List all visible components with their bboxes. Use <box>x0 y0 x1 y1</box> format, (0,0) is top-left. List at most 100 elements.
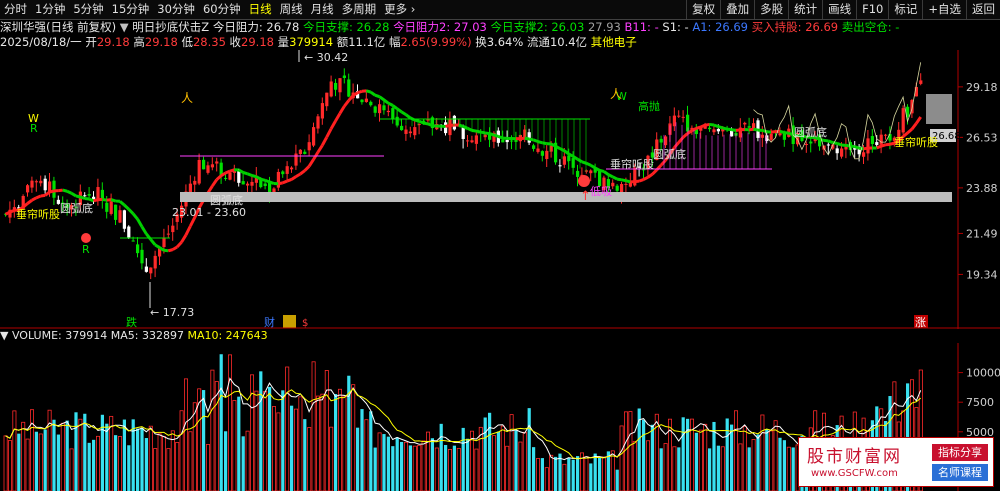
trend-segment <box>88 197 95 203</box>
indicator-value-8: 26.69 <box>805 20 842 34</box>
volume-bar <box>615 469 619 491</box>
toolbar-button-6[interactable]: 标记 <box>888 0 922 19</box>
candle-body <box>206 165 210 173</box>
trend-segment <box>334 112 342 122</box>
low-price-mark: ← 17.73 <box>150 306 194 319</box>
volume-bar <box>245 430 250 491</box>
volume-bar <box>430 438 434 491</box>
volume-bar <box>677 447 681 491</box>
trend-segment <box>62 188 68 193</box>
candle-body <box>875 142 879 145</box>
indicator-value-2: 27.03 <box>453 20 491 34</box>
candle-body <box>166 233 170 235</box>
period-tab-7[interactable]: 周线 <box>276 0 307 19</box>
candle-body <box>664 136 668 146</box>
period-tab-10[interactable]: 更多 › <box>380 0 419 19</box>
period-tab-2[interactable]: 5分钟 <box>69 0 107 19</box>
trend-segment <box>537 140 543 145</box>
volume-bar <box>161 436 166 491</box>
toolbar-button-3[interactable]: 统计 <box>788 0 822 19</box>
period-tab-9[interactable]: 多周期 <box>338 0 381 19</box>
indicator-share-tag[interactable]: 指标分享 <box>932 444 988 461</box>
candle-body <box>39 180 43 184</box>
candle-body <box>136 244 140 254</box>
candle-body <box>505 139 509 143</box>
period-tab-4[interactable]: 30分钟 <box>153 0 199 19</box>
trend-segment <box>295 172 302 178</box>
low-buy-label: 低吸 <box>590 185 612 198</box>
trend-segment <box>136 218 144 228</box>
volume-bar <box>447 449 452 491</box>
trend-segment <box>4 210 11 216</box>
toolbar-button-8[interactable]: 返回 <box>966 0 1000 19</box>
volume-value: 379914 <box>65 329 111 342</box>
toolbar-button-0[interactable]: 复权 <box>686 0 720 19</box>
trend-segment <box>365 89 372 94</box>
candle-body <box>109 201 113 214</box>
candle-body <box>210 164 214 168</box>
candle-body <box>532 145 536 149</box>
volume-bar <box>698 429 703 491</box>
volume-bar <box>782 440 786 491</box>
indicator-label-3: 今日支撑2: <box>490 20 552 34</box>
volume-bar <box>285 366 290 491</box>
volume-bar <box>241 436 245 491</box>
period-tab-8[interactable]: 月线 <box>307 0 338 19</box>
teacher-course-tag[interactable]: 名师课程 <box>932 464 988 481</box>
volume-bar <box>377 432 382 491</box>
volume-bar <box>532 447 536 491</box>
period-tab-0[interactable]: 分时 <box>0 0 31 19</box>
candle-body <box>290 167 294 170</box>
trend-segment <box>722 126 728 131</box>
toolbar-button-5[interactable]: F10 <box>856 0 888 19</box>
volume-bar <box>364 419 369 491</box>
volume-bar <box>439 423 443 491</box>
candle-body <box>571 158 575 168</box>
candle-body <box>452 115 456 130</box>
volume-bar <box>263 391 268 491</box>
volume-bar <box>672 446 677 491</box>
trend-segment <box>31 196 38 202</box>
candle-body <box>708 127 712 130</box>
r-mark-2: R <box>82 243 90 256</box>
period-tab-3[interactable]: 15分钟 <box>108 0 154 19</box>
support-band <box>180 192 952 202</box>
trend-segment <box>484 131 490 136</box>
volume-bar <box>791 447 795 491</box>
volume-bar <box>773 420 778 491</box>
candle-body <box>105 202 109 212</box>
candle-body <box>263 183 267 186</box>
volume-bar <box>38 433 43 491</box>
toolbar-button-1[interactable]: 叠加 <box>720 0 754 19</box>
price-axis-label: 21.49 <box>966 227 998 240</box>
volume-bar <box>452 445 456 491</box>
trend-segment <box>75 194 81 199</box>
volume-bar <box>122 419 126 491</box>
ex-right-mark: $ <box>302 318 308 329</box>
candle-body <box>83 195 87 197</box>
trend-segment <box>542 141 547 146</box>
volume-bar <box>100 414 104 491</box>
trend-segment <box>638 178 645 183</box>
volume-bar <box>337 388 342 491</box>
candle-body <box>298 149 302 155</box>
volume-bar <box>444 444 448 491</box>
period-tab-6[interactable]: 日线 <box>245 0 276 19</box>
candle-body <box>171 225 175 233</box>
toolbar-button-2[interactable]: 多股 <box>754 0 788 19</box>
period-tab-5[interactable]: 60分钟 <box>199 0 245 19</box>
candle-body <box>677 115 681 117</box>
toolbar-button-7[interactable]: +自选 <box>922 0 966 19</box>
candle-body <box>378 104 382 114</box>
kline-chart[interactable]: 29.18 26.53 23.88 21.49 19.34 ← 30.42 ← 17.73 2… <box>0 50 1000 329</box>
toolbar-button-4[interactable]: 画线 <box>822 0 856 19</box>
period-tab-1[interactable]: 1分钟 <box>31 0 69 19</box>
candle-body <box>250 181 254 186</box>
trend-segment <box>462 125 469 130</box>
bottom-hold-label-3: 垂帘听股 <box>894 135 938 149</box>
candle-body <box>598 170 602 187</box>
volume-bar <box>17 433 21 491</box>
indicator-dropdown-icon: ▼ <box>116 20 133 34</box>
trend-segment <box>268 180 275 185</box>
trend-segment <box>26 199 33 205</box>
